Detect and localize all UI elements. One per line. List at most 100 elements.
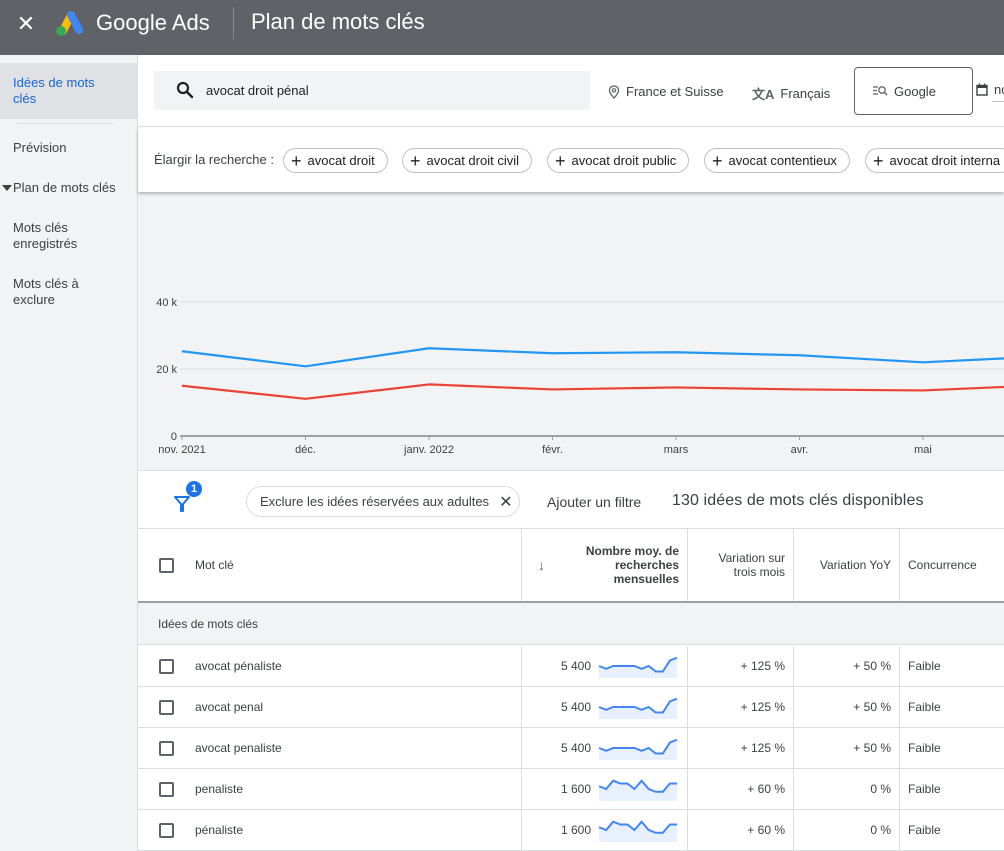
yoy-value: 0 %: [870, 782, 891, 796]
avg-searches-cell: 1 600: [522, 769, 688, 809]
competition-cell: Faible: [900, 810, 1004, 850]
y-tick-label: 40 k: [156, 297, 177, 309]
three-month-cell: + 60 %: [688, 810, 794, 850]
select-all-checkbox[interactable]: [159, 557, 174, 573]
sidebar: Idées de mots clés Prévision Plan de mot…: [0, 55, 138, 851]
trend-sparkline: [598, 656, 678, 678]
row-checkbox[interactable]: [159, 822, 174, 838]
broaden-chip[interactable]: + avocat droit civil: [402, 148, 532, 173]
app-header: ✕ Google Ads Plan de mots clés: [0, 0, 1004, 55]
translate-icon: 文A: [752, 87, 775, 102]
keyword-search-input[interactable]: avocat droit pénal: [154, 71, 590, 110]
avg-searches-value: 5 400: [560, 659, 591, 673]
search-query: avocat droit pénal: [206, 83, 309, 98]
search-icon: [176, 81, 194, 99]
date-underline: [992, 101, 1004, 102]
competition-cell: Faible: [900, 769, 1004, 809]
active-filter-chip[interactable]: Exclure les idées réservées aux adultes …: [246, 486, 520, 517]
sidebar-item-keyword-plan[interactable]: Plan de mots clés: [0, 180, 137, 196]
table-row[interactable]: avocat penaliste 5 400 + 125 % + 50 % Fa…: [138, 728, 1004, 769]
table-row[interactable]: pénaliste 1 600 + 60 % 0 % Faible: [138, 810, 1004, 851]
keyword-cell: avocat pénaliste: [138, 646, 522, 686]
location-selector[interactable]: France et Suisse: [608, 84, 724, 99]
yoy-value: + 50 %: [853, 659, 891, 673]
x-tick-label: mars: [664, 444, 689, 456]
competition-value: Faible: [908, 782, 941, 796]
remove-filter-icon[interactable]: ✕: [499, 492, 512, 512]
header-three-month-label: Variation sur trois mois: [718, 551, 785, 579]
header-competition-label: Concurrence: [908, 558, 977, 572]
broaden-chip[interactable]: + avocat droit: [283, 148, 388, 173]
sidebar-item-keyword-ideas[interactable]: Idées de mots clés: [0, 63, 137, 119]
table-row[interactable]: avocat pénaliste 5 400 + 125 % + 50 % Fa…: [138, 646, 1004, 687]
sidebar-item-label: Mots clés enregistrés: [13, 220, 78, 251]
keyword-cell: avocat penaliste: [138, 728, 522, 768]
broaden-chip[interactable]: + avocat droit public: [547, 148, 690, 173]
competition-value: Faible: [908, 700, 941, 714]
three-month-value: + 60 %: [747, 782, 785, 796]
header-yoy[interactable]: Variation YoY: [794, 529, 900, 601]
keyword-cell: penaliste: [138, 769, 522, 809]
three-month-value: + 125 %: [740, 741, 785, 755]
row-checkbox[interactable]: [159, 781, 174, 797]
three-month-value: + 125 %: [740, 700, 785, 714]
yoy-cell: 0 %: [794, 769, 900, 809]
date-range-selector[interactable]: nc: [976, 82, 1004, 97]
location-label: France et Suisse: [626, 84, 724, 99]
competition-value: Faible: [908, 741, 941, 755]
header-avg-searches[interactable]: ↓ Nombre moy. de recherches mensuelles: [522, 529, 688, 601]
header-yoy-label: Variation YoY: [819, 558, 891, 572]
x-tick-label: janv. 2022: [403, 444, 454, 456]
broaden-search-bar: Élargir la recherche : + avocat droit + av…: [138, 128, 1004, 192]
table-row[interactable]: avocat penal 5 400 + 125 % + 50 % Faible: [138, 687, 1004, 728]
row-checkbox[interactable]: [159, 658, 174, 674]
row-checkbox[interactable]: [159, 699, 174, 715]
keyword-text: avocat penaliste: [195, 741, 282, 755]
keyword-text: avocat penal: [195, 700, 264, 714]
language-label: Français: [780, 86, 831, 101]
search-network-selector[interactable]: Google: [854, 67, 973, 115]
sidebar-item-saved-keywords[interactable]: Mots clés enregistrés: [0, 220, 137, 252]
page-title: Plan de mots clés: [251, 9, 425, 34]
caret-down-icon: [2, 185, 12, 191]
yoy-cell: + 50 %: [794, 646, 900, 686]
three-month-cell: + 60 %: [688, 769, 794, 809]
plus-icon: +: [873, 150, 884, 171]
x-tick-label: févr.: [542, 444, 563, 456]
chip-label: avocat droit interna: [889, 153, 1001, 168]
broaden-chip[interactable]: + avocat contentieux: [704, 148, 850, 173]
language-selector[interactable]: 文A Français: [752, 84, 830, 103]
chip-label: avocat droit: [307, 153, 375, 168]
header-keyword[interactable]: Mot clé: [138, 529, 522, 601]
sidebar-item-forecast[interactable]: Prévision: [0, 140, 137, 156]
broaden-chip[interactable]: + avocat droit interna: [865, 148, 1004, 173]
header-three-month[interactable]: Variation sur trois mois: [688, 529, 794, 601]
row-checkbox[interactable]: [159, 740, 174, 756]
yoy-value: + 50 %: [853, 700, 891, 714]
three-month-cell: + 125 %: [688, 646, 794, 686]
yoy-value: + 50 %: [853, 741, 891, 755]
header-competition[interactable]: Concurrence: [900, 529, 1004, 601]
keyword-text: pénaliste: [195, 823, 244, 837]
available-ideas-count: 130 idées de mots clés disponibles: [672, 492, 924, 509]
date-range-label: nc: [994, 82, 1004, 97]
plus-icon: +: [712, 150, 723, 171]
y-tick-label: 20 k: [156, 364, 177, 376]
search-settings-bar: avocat droit pénal France et Suisse 文A F…: [138, 55, 1004, 127]
competition-value: Faible: [908, 823, 941, 837]
trend-sparkline: [598, 779, 677, 801]
keyword-cell: avocat penal: [138, 687, 522, 727]
line-chart: 0 20 k 40 k nov. 2021 déc. janv. 2022 févr. mar…: [156, 297, 1004, 456]
table-header: Mot clé ↓ Nombre moy. de recherches mens…: [138, 529, 1004, 603]
add-filter-button[interactable]: Ajouter un filtre: [547, 494, 641, 510]
yoy-cell: 0 %: [794, 810, 900, 850]
sidebar-item-label: Mots clés à exclure: [13, 276, 79, 307]
sidebar-item-negative-keywords[interactable]: Mots clés à exclure: [0, 276, 137, 308]
table-row[interactable]: penaliste 1 600 + 60 % 0 % Faible: [138, 769, 1004, 810]
competition-cell: Faible: [900, 728, 1004, 768]
chip-label: avocat contentieux: [728, 153, 837, 168]
series-line-mobile: [181, 383, 1004, 400]
trend-sparkline: [598, 697, 678, 719]
close-icon[interactable]: ✕: [14, 12, 38, 36]
keyword-cell: pénaliste: [138, 810, 522, 850]
